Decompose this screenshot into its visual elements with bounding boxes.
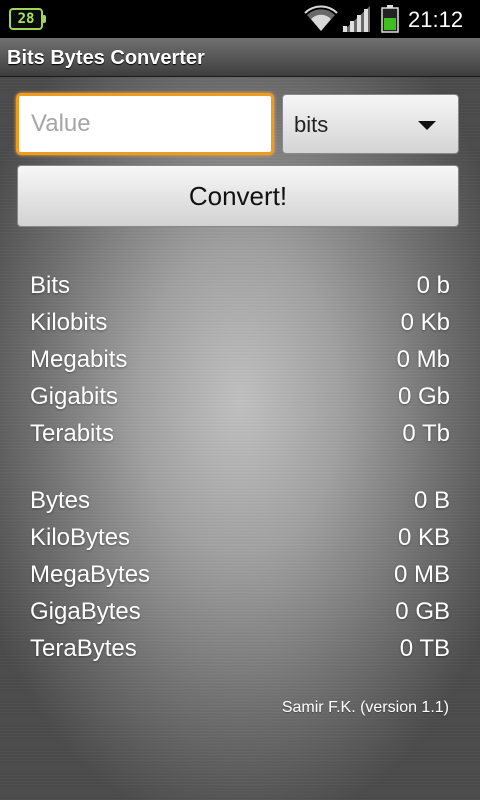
result-label: TeraBytes: [30, 635, 137, 662]
result-row: Bits 0 b: [30, 267, 450, 304]
result-label: Bits: [30, 272, 71, 299]
result-value: 0 b: [416, 272, 450, 299]
unit-selected-label: bits: [294, 112, 329, 137]
result-label: Gigabits: [30, 383, 119, 410]
unit-dropdown[interactable]: bits: [282, 94, 459, 154]
version-footer: Samir F.K. (version 1.1): [281, 699, 449, 716]
value-input[interactable]: [16, 93, 274, 155]
result-row: Megabits 0 Mb: [30, 341, 450, 378]
result-row: Kilobits 0 Kb: [30, 304, 450, 341]
battery-icon: [381, 5, 399, 33]
notification-badge: 28: [9, 8, 46, 30]
convert-button[interactable]: Convert!: [17, 165, 459, 227]
result-row: GigaBytes 0 GB: [30, 593, 450, 630]
result-value: 0 GB: [395, 598, 450, 625]
result-value: 0 Mb: [396, 346, 450, 373]
status-time: 21:12: [408, 7, 464, 32]
result-label: GigaBytes: [30, 598, 141, 625]
result-label: Kilobits: [30, 309, 108, 336]
result-row: TeraBytes 0 TB: [30, 630, 450, 667]
result-label: Megabits: [30, 346, 128, 373]
bits-results: Bits 0 b Kilobits 0 Kb Megabits 0 Mb Gigabi…: [30, 267, 450, 452]
chevron-down-icon: [418, 121, 436, 130]
result-row: Terabits 0 Tb: [30, 415, 450, 452]
result-value: 0 B: [413, 487, 450, 514]
result-label: Terabits: [30, 420, 115, 447]
result-label: MegaBytes: [30, 561, 151, 588]
result-row: Bytes 0 B: [30, 482, 450, 519]
result-row: MegaBytes 0 MB: [30, 556, 450, 593]
signal-icon: [342, 6, 370, 32]
result-value: 0 Gb: [397, 383, 450, 410]
result-row: KiloBytes 0 KB: [30, 519, 450, 556]
result-value: 0 Tb: [402, 420, 450, 447]
bytes-results: Bytes 0 B KiloBytes 0 KB MegaBytes 0 MB Gig…: [30, 482, 450, 667]
wifi-icon: [304, 5, 338, 31]
result-value: 0 Kb: [400, 309, 450, 336]
app-title-bar: Bits Bytes Converter: [0, 38, 480, 77]
result-value: 0 KB: [397, 524, 450, 551]
result-value: 0 TB: [399, 635, 450, 662]
result-row: Gigabits 0 Gb: [30, 378, 450, 415]
status-bar: 28 21:12: [0, 0, 480, 38]
app-title: Bits Bytes Converter: [7, 47, 205, 69]
result-label: KiloBytes: [30, 524, 131, 551]
result-label: Bytes: [30, 487, 91, 514]
main-content: bits Convert! Bits 0 b Kilobits 0 Kb Megab…: [0, 77, 480, 800]
result-value: 0 MB: [393, 561, 450, 588]
